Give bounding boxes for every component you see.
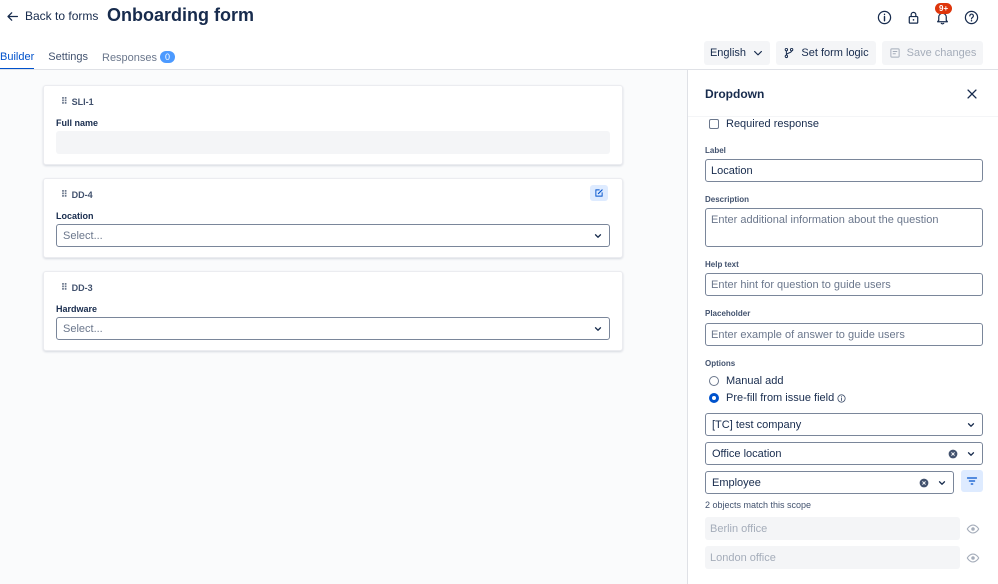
- set-form-logic-button[interactable]: Set form logic: [776, 41, 876, 65]
- issue-field-value: [TC] test company: [712, 418, 802, 431]
- question-label: Hardware: [56, 304, 98, 314]
- responses-count-badge: 0: [160, 51, 176, 63]
- question-id: ⠿ DD-3: [61, 282, 93, 293]
- chevron-down-icon: [938, 480, 946, 485]
- option-manual-add-radio[interactable]: Manual add: [705, 375, 784, 387]
- description-textarea[interactable]: Enter additional information about the q…: [705, 208, 983, 247]
- info-button[interactable]: [874, 7, 894, 27]
- save-changes-label: Save changes: [906, 47, 977, 59]
- option-manual-label: Manual add: [726, 375, 784, 387]
- eye-icon[interactable]: [966, 551, 980, 565]
- location-select[interactable]: Select...: [56, 224, 610, 247]
- object-item: London office: [705, 546, 960, 569]
- tab-settings-label: Settings: [48, 51, 88, 63]
- form-tabs: Builder Settings Responses 0: [0, 46, 189, 70]
- attribute-select[interactable]: Employee: [705, 471, 954, 494]
- eye-icon[interactable]: [966, 522, 980, 536]
- question-id: ⠿ DD-4: [61, 189, 93, 200]
- required-response-checkbox[interactable]: Required response: [705, 118, 819, 130]
- panel-divider: [688, 116, 998, 117]
- question-settings-panel: Dropdown Required response Label Locatio…: [687, 70, 998, 584]
- filter-icon: [966, 477, 978, 485]
- builder-canvas: ⠿ SLI-1 Full name ⠿ DD-4 Location Select…: [0, 70, 687, 584]
- question-id-label: SLI-1: [71, 96, 94, 107]
- object-type-value: Office location: [712, 447, 782, 460]
- set-form-logic-label: Set form logic: [801, 47, 869, 59]
- question-card-dd-4[interactable]: ⠿ DD-4 Location Select...: [43, 178, 623, 258]
- info-icon: [877, 10, 891, 24]
- help-button[interactable]: [961, 7, 981, 27]
- help-icon: [964, 10, 978, 24]
- lock-icon: [908, 11, 918, 24]
- options-label: Options: [705, 359, 736, 368]
- panel-title: Dropdown: [705, 87, 765, 101]
- drag-handle-icon[interactable]: ⠿: [61, 96, 68, 107]
- match-count-note: 2 objects match this scope: [705, 500, 812, 510]
- option-prefill-radio[interactable]: Pre-fill from issue field: [705, 392, 846, 404]
- required-response-label: Required response: [726, 118, 819, 130]
- language-select[interactable]: English: [704, 41, 770, 65]
- clear-icon[interactable]: [919, 478, 929, 488]
- edit-icon: [595, 189, 603, 197]
- chevron-down-icon: [967, 451, 975, 456]
- issue-field-select[interactable]: [TC] test company: [705, 413, 983, 436]
- option-prefill-label: Pre-fill from issue field: [726, 392, 835, 404]
- question-id-label: DD-4: [71, 189, 93, 200]
- placeholder-input[interactable]: Enter example of answer to guide users: [705, 323, 983, 346]
- back-to-forms-link[interactable]: Back to forms: [6, 9, 98, 23]
- question-label: Location: [56, 211, 94, 221]
- tab-builder[interactable]: Builder: [0, 46, 35, 70]
- chevron-down-icon: [754, 50, 763, 56]
- attribute-value: Employee: [712, 476, 761, 489]
- object-item: Berlin office: [705, 517, 960, 540]
- label-input[interactable]: Location: [705, 159, 983, 182]
- page-title: Onboarding form: [107, 5, 254, 25]
- question-card-sli-1[interactable]: ⠿ SLI-1 Full name: [43, 85, 623, 165]
- question-card-dd-3[interactable]: ⠿ DD-3 Hardware Select...: [43, 271, 623, 351]
- hardware-select[interactable]: Select...: [56, 317, 610, 340]
- question-label: Full name: [56, 118, 99, 128]
- lock-button[interactable]: [903, 7, 923, 27]
- filter-button[interactable]: [961, 470, 983, 492]
- help-text-field-label: Help text: [705, 260, 739, 269]
- label-field-label: Label: [705, 146, 726, 155]
- tab-builder-label: Builder: [0, 51, 35, 63]
- radio-circle-selected[interactable]: [709, 393, 719, 403]
- clear-icon[interactable]: [948, 449, 958, 459]
- tab-responses-label: Responses: [102, 52, 158, 64]
- language-label: English: [709, 47, 747, 59]
- header: Back to forms Onboarding form 9+: [0, 0, 998, 36]
- tab-settings[interactable]: Settings: [48, 46, 88, 70]
- drag-handle-icon[interactable]: ⠿: [61, 282, 68, 293]
- close-icon[interactable]: [965, 87, 979, 101]
- chevron-down-icon: [594, 326, 602, 331]
- question-id-label: DD-3: [71, 282, 93, 293]
- select-placeholder: Select...: [63, 229, 103, 242]
- checkbox-box[interactable]: [709, 119, 719, 129]
- branch-icon: [785, 47, 794, 59]
- save-icon: [890, 48, 900, 58]
- info-icon[interactable]: [837, 393, 846, 403]
- tab-responses[interactable]: Responses 0: [102, 46, 176, 70]
- save-changes-button[interactable]: Save changes: [882, 41, 983, 65]
- edit-question-button[interactable]: [590, 185, 608, 201]
- radio-circle[interactable]: [709, 376, 719, 386]
- full-name-input[interactable]: [56, 131, 610, 154]
- select-placeholder: Select...: [63, 322, 103, 335]
- help-text-input[interactable]: Enter hint for question to guide users: [705, 273, 983, 296]
- notification-count-badge: 9+: [935, 3, 953, 14]
- chevron-down-icon: [594, 233, 602, 238]
- placeholder-field-label: Placeholder: [705, 309, 751, 318]
- back-label: Back to forms: [25, 9, 99, 23]
- chevron-down-icon: [967, 422, 975, 427]
- arrow-left-icon: [7, 11, 19, 21]
- drag-handle-icon[interactable]: ⠿: [61, 189, 68, 200]
- object-type-select[interactable]: Office location: [705, 442, 983, 465]
- description-field-label: Description: [705, 195, 750, 204]
- question-id: ⠿ SLI-1: [61, 96, 94, 107]
